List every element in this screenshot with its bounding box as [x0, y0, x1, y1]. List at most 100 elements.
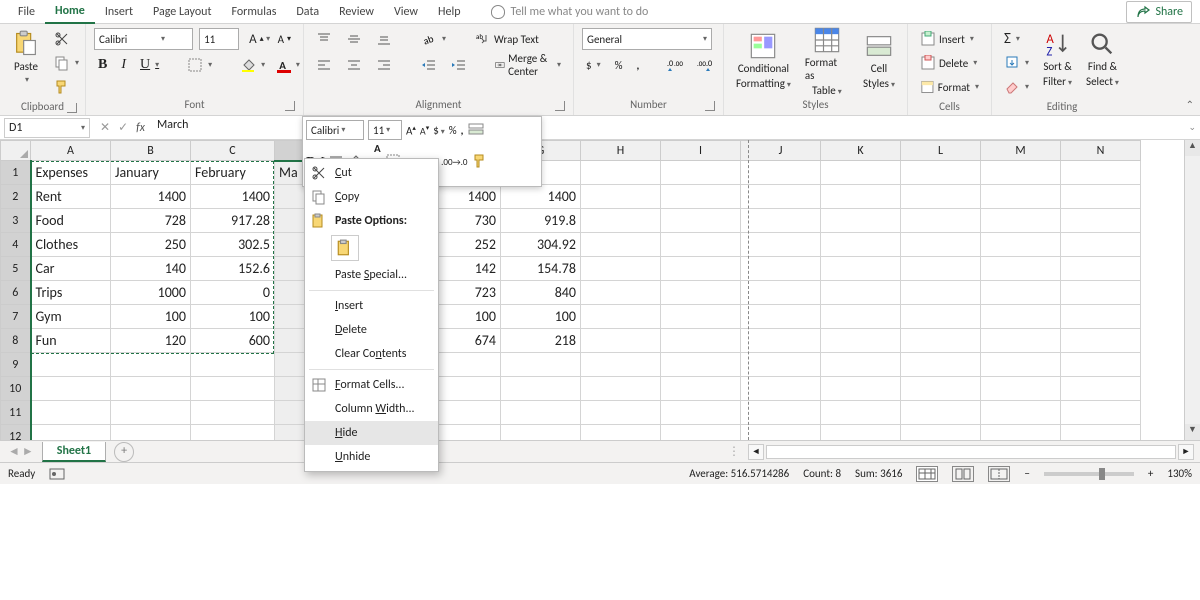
- decrease-font-button[interactable]: A▾: [274, 28, 295, 50]
- percent-button[interactable]: %: [611, 54, 627, 76]
- cell-I10[interactable]: [661, 377, 741, 401]
- cell-H10[interactable]: [581, 377, 661, 401]
- cell-B10[interactable]: [111, 377, 191, 401]
- row-header-12[interactable]: 12: [1, 425, 31, 441]
- cell-I3[interactable]: [661, 209, 741, 233]
- row-header-2[interactable]: 2: [1, 185, 31, 209]
- delete-cells-button[interactable]: Delete▾: [916, 52, 983, 74]
- dialog-launcher-icon[interactable]: [67, 103, 77, 113]
- format-cells-button[interactable]: Format▾: [916, 76, 983, 98]
- align-middle-button[interactable]: [342, 28, 366, 50]
- cell-K7[interactable]: [821, 305, 901, 329]
- dialog-launcher-icon[interactable]: [705, 101, 715, 111]
- cell-K12[interactable]: [821, 425, 901, 441]
- cell-B11[interactable]: [111, 401, 191, 425]
- cell-M6[interactable]: [981, 281, 1061, 305]
- ctx-paste-special[interactable]: Paste Special...: [305, 263, 438, 287]
- add-sheet-button[interactable]: +: [114, 442, 134, 462]
- cell-M8[interactable]: [981, 329, 1061, 353]
- cell-J12[interactable]: [741, 425, 821, 441]
- cell-M2[interactable]: [981, 185, 1061, 209]
- cell-K4[interactable]: [821, 233, 901, 257]
- cell-A6[interactable]: Trips: [31, 281, 111, 305]
- cell-N9[interactable]: [1061, 353, 1141, 377]
- cell-C4[interactable]: 302.5: [191, 233, 275, 257]
- name-box[interactable]: D1▾: [4, 118, 90, 138]
- cell-K6[interactable]: [821, 281, 901, 305]
- cell-J7[interactable]: [741, 305, 821, 329]
- cell-M10[interactable]: [981, 377, 1061, 401]
- paste-button[interactable]: Paste ▾: [8, 28, 44, 87]
- cell-C5[interactable]: 152.6: [191, 257, 275, 281]
- mini-percent[interactable]: %: [449, 124, 457, 137]
- cell-J2[interactable]: [741, 185, 821, 209]
- collapse-ribbon-button[interactable]: ⌃: [1186, 98, 1194, 111]
- cell-K9[interactable]: [821, 353, 901, 377]
- mini-format-painter[interactable]: [472, 153, 488, 172]
- col-header-B[interactable]: B: [111, 141, 191, 161]
- bold-button[interactable]: B: [94, 54, 111, 76]
- cell-H5[interactable]: [581, 257, 661, 281]
- cell-B7[interactable]: 100: [111, 305, 191, 329]
- cell-N10[interactable]: [1061, 377, 1141, 401]
- increase-decimal-button[interactable]: .0.00: [663, 54, 687, 76]
- ctx-paste-all[interactable]: [331, 235, 359, 261]
- cell-B4[interactable]: 250: [111, 233, 191, 257]
- cell-N11[interactable]: [1061, 401, 1141, 425]
- cell-G2[interactable]: 1400: [501, 185, 581, 209]
- cell-A5[interactable]: Car: [31, 257, 111, 281]
- cell-M11[interactable]: [981, 401, 1061, 425]
- vertical-scrollbar[interactable]: ▲ ▼: [1184, 140, 1200, 440]
- copy-button[interactable]: ▾: [50, 52, 83, 74]
- merge-center-button[interactable]: Merge & Center▾: [491, 54, 565, 76]
- cell-L6[interactable]: [901, 281, 981, 305]
- worksheet-grid[interactable]: ABCDEFGHIJKLMN1ExpensesJanuaryFebruaryMa…: [0, 140, 1200, 440]
- tab-review[interactable]: Review: [329, 1, 384, 23]
- cell-C1[interactable]: February: [191, 161, 275, 185]
- cell-L2[interactable]: [901, 185, 981, 209]
- tell-me-search[interactable]: Tell me what you want to do: [491, 5, 649, 19]
- tab-scroll-grip[interactable]: ⋮: [720, 444, 746, 459]
- comma-button[interactable]: ,: [632, 54, 643, 76]
- wrap-text-button[interactable]: abWrap Text: [471, 28, 543, 50]
- sheet-nav-next[interactable]: ►: [22, 444, 34, 459]
- cell-M7[interactable]: [981, 305, 1061, 329]
- scroll-up-button[interactable]: ▲: [1185, 140, 1200, 156]
- zoom-out-button[interactable]: −: [1024, 467, 1029, 480]
- share-button[interactable]: Share: [1126, 1, 1192, 23]
- cell-B2[interactable]: 1400: [111, 185, 191, 209]
- view-page-break-button[interactable]: [988, 466, 1010, 482]
- tab-formulas[interactable]: Formulas: [221, 1, 286, 23]
- cell-G9[interactable]: [501, 353, 581, 377]
- cell-C7[interactable]: 100: [191, 305, 275, 329]
- cell-L8[interactable]: [901, 329, 981, 353]
- cell-L12[interactable]: [901, 425, 981, 441]
- cell-J6[interactable]: [741, 281, 821, 305]
- mini-increase-font[interactable]: A▴: [406, 123, 416, 138]
- cell-C10[interactable]: [191, 377, 275, 401]
- cell-I11[interactable]: [661, 401, 741, 425]
- cell-L1[interactable]: [901, 161, 981, 185]
- font-color-button[interactable]: A▾: [275, 54, 304, 76]
- cell-J1[interactable]: [741, 161, 821, 185]
- cell-N6[interactable]: [1061, 281, 1141, 305]
- cell-G3[interactable]: 919.8: [501, 209, 581, 233]
- sheet-nav-prev[interactable]: ◄: [8, 444, 20, 459]
- cell-I4[interactable]: [661, 233, 741, 257]
- cell-I6[interactable]: [661, 281, 741, 305]
- cell-C2[interactable]: 1400: [191, 185, 275, 209]
- select-all-corner[interactable]: [1, 141, 31, 161]
- cell-C3[interactable]: 917.28: [191, 209, 275, 233]
- fill-color-button[interactable]: ▾: [236, 54, 269, 76]
- cell-G5[interactable]: 154.78: [501, 257, 581, 281]
- currency-button[interactable]: $▾: [582, 54, 605, 76]
- cell-A12[interactable]: [31, 425, 111, 441]
- sort-filter-button[interactable]: AZ Sort & Filter▾: [1039, 28, 1076, 90]
- cell-I2[interactable]: [661, 185, 741, 209]
- confirm-edit-button[interactable]: ✓: [118, 120, 128, 135]
- decrease-decimal-button[interactable]: .00.0: [693, 54, 717, 76]
- cell-H3[interactable]: [581, 209, 661, 233]
- cell-H8[interactable]: [581, 329, 661, 353]
- cell-L7[interactable]: [901, 305, 981, 329]
- cell-A10[interactable]: [31, 377, 111, 401]
